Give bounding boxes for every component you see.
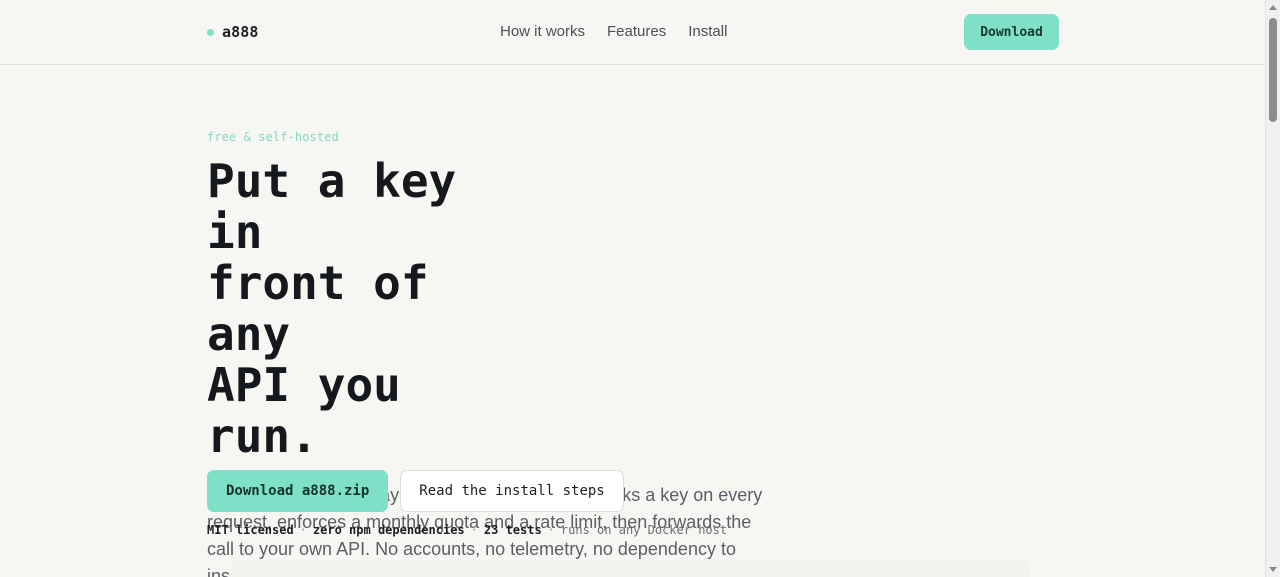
license-note: MIT licensed <box>207 523 294 537</box>
download-zip-button[interactable]: Download a888.zip <box>207 470 389 512</box>
dependency-note: zero npm dependencies <box>312 523 465 537</box>
hero-meta: MIT licensed · zero npm dependencies · 23 te… <box>207 523 727 537</box>
nav-link-how-it-works[interactable]: How it works <box>500 23 585 40</box>
site-header: a888 How it works Features Install Downl… <box>0 0 1265 65</box>
tests-note: 23 tests <box>483 523 542 537</box>
meta-separator: · <box>470 523 478 537</box>
meta-separator: · <box>299 523 307 537</box>
brand-name[interactable]: a888 <box>222 23 259 41</box>
scroll-thumb[interactable] <box>1269 18 1277 122</box>
brand-logo[interactable]: a888 <box>207 22 259 42</box>
hero-actions: Download a888.zip Read the install steps <box>207 470 624 512</box>
header-download-button[interactable]: Download <box>964 14 1059 50</box>
nav-link-install[interactable]: Install <box>688 23 727 40</box>
status-dot-icon <box>207 28 214 36</box>
next-section-card <box>230 560 1030 577</box>
meta-separator: · <box>547 523 555 537</box>
hero-headline: Put a key in front of any API you run. <box>207 154 457 463</box>
header-inner: a888 How it works Features Install Downl… <box>207 0 1059 65</box>
chevron-up-icon[interactable] <box>1269 5 1277 10</box>
read-install-steps-button[interactable]: Read the install steps <box>400 470 624 512</box>
chevron-down-icon[interactable] <box>1269 567 1277 572</box>
docker-note: runs on any Docker host <box>560 523 728 537</box>
nav-link-features[interactable]: Features <box>607 23 666 40</box>
hero-eyebrow: free & self-hosted <box>207 130 339 144</box>
page-viewport: a888 How it works Features Install Downl… <box>0 0 1265 577</box>
main-nav: How it works Features Install <box>500 23 727 40</box>
page-scrollbar[interactable] <box>1265 0 1280 577</box>
